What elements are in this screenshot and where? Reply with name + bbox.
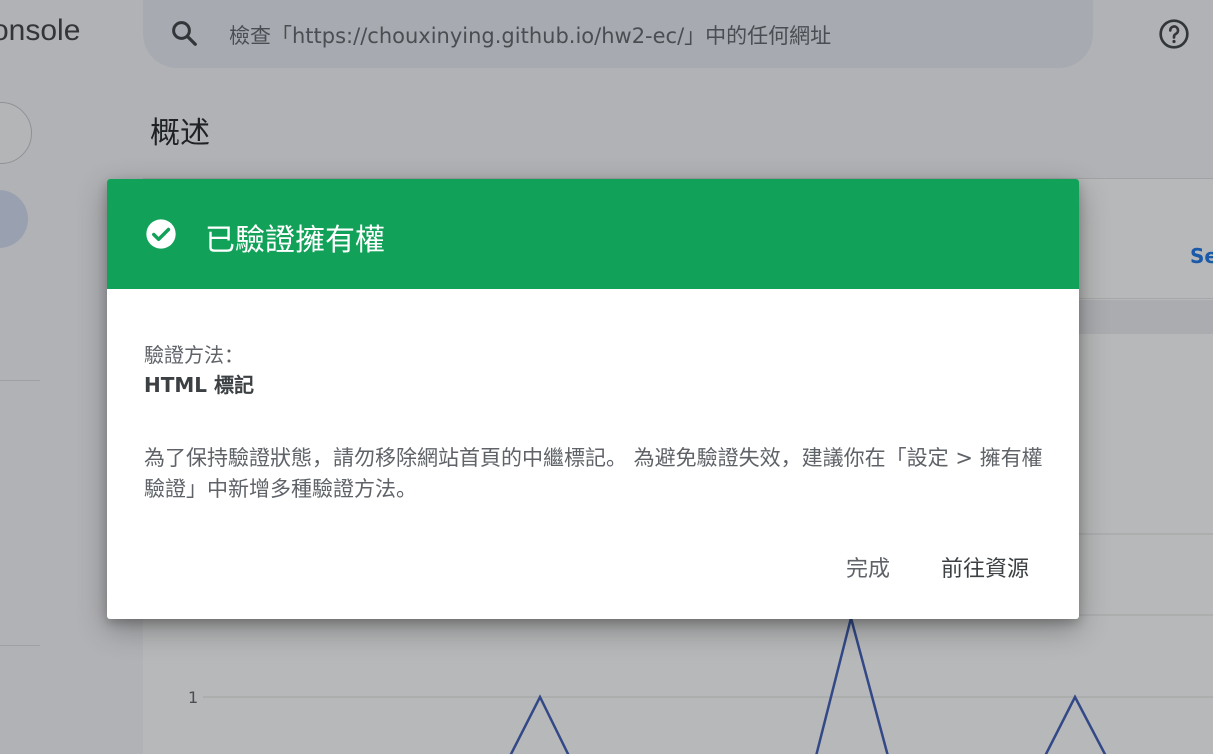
go-to-property-button[interactable]: 前往資源 [933, 549, 1037, 585]
verification-dialog: 已驗證擁有權 驗證方法： HTML 標記 為了保持驗證狀態，請勿移除網站首頁的中… [107, 179, 1079, 619]
check-circle-icon [146, 219, 176, 249]
dialog-header: 已驗證擁有權 [107, 179, 1079, 289]
verification-method-label: 驗證方法： [144, 343, 244, 367]
done-button[interactable]: 完成 [838, 549, 898, 585]
dialog-message: 為了保持驗證狀態，請勿移除網站首頁的中繼標記。 為避免驗證失效，建議你在「設定 … [144, 446, 1043, 501]
verification-method-value: HTML 標記 [144, 373, 254, 397]
dialog-title: 已驗證擁有權 [205, 223, 385, 258]
